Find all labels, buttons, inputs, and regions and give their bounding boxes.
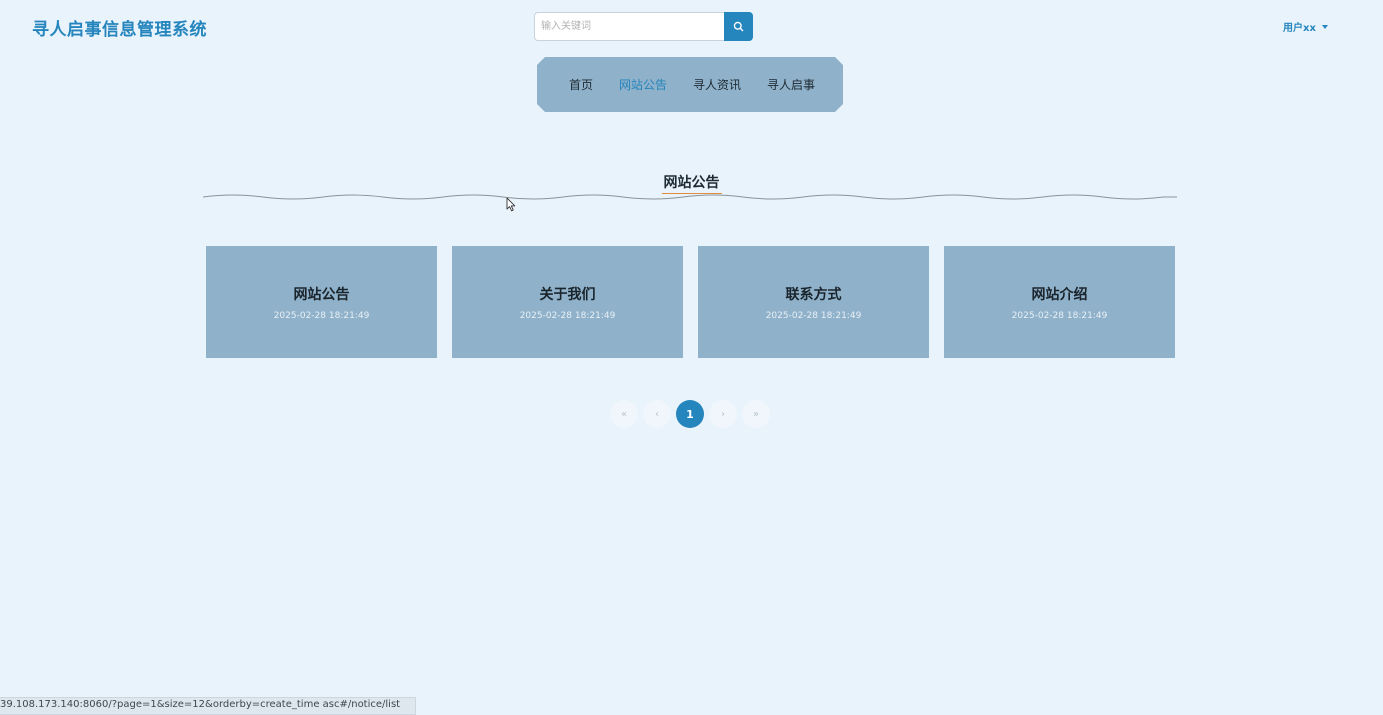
next-page-button[interactable]: ›: [709, 400, 737, 428]
nav-item-missing-persons[interactable]: 寻人启事: [767, 76, 815, 93]
site-title[interactable]: 寻人启事信息管理系统: [32, 15, 207, 40]
user-label: 用户xx: [1283, 23, 1316, 34]
notice-card-title: 联系方式: [785, 286, 842, 303]
notice-cards: 网站公告 2025-02-28 18:21:49 关于我们 2025-02-28…: [206, 246, 1175, 358]
search-button[interactable]: [724, 12, 753, 41]
notice-card-date: 2025-02-28 18:21:49: [1011, 310, 1108, 321]
notice-card-title: 网站介绍: [1031, 286, 1088, 303]
notice-card-date: 2025-02-28 18:21:49: [273, 310, 370, 321]
notice-card-title: 网站公告: [293, 286, 350, 303]
current-page-button[interactable]: 1: [676, 400, 704, 428]
caret-down-icon: [1321, 24, 1328, 29]
search-icon: [733, 21, 744, 32]
nav-item-home[interactable]: 首页: [569, 76, 593, 93]
notice-card-title: 关于我们: [539, 286, 596, 303]
status-bar-url: 39.108.173.140:8060/?page=1&size=12&orde…: [0, 697, 416, 715]
nav-item-notices[interactable]: 网站公告: [619, 76, 667, 93]
nav-item-news[interactable]: 寻人资讯: [693, 76, 741, 93]
prev-page-button[interactable]: ‹: [643, 400, 671, 428]
user-menu[interactable]: 用户xx: [1283, 19, 1328, 34]
notice-card[interactable]: 网站介绍 2025-02-28 18:21:49: [944, 246, 1175, 358]
notice-card-date: 2025-02-28 18:21:49: [765, 310, 862, 321]
search-box: [534, 12, 753, 41]
notice-card-date: 2025-02-28 18:21:49: [519, 310, 616, 321]
wavy-divider: [203, 194, 1177, 200]
notice-card[interactable]: 网站公告 2025-02-28 18:21:49: [206, 246, 437, 358]
notice-card[interactable]: 联系方式 2025-02-28 18:21:49: [698, 246, 929, 358]
first-page-button[interactable]: «: [610, 400, 638, 428]
page: 寻人启事信息管理系统 用户xx 首页 网站公告 寻人资讯 寻人启事 网站公告 网…: [0, 0, 1383, 715]
main-nav: 首页 网站公告 寻人资讯 寻人启事: [537, 57, 843, 112]
last-page-button[interactable]: »: [742, 400, 770, 428]
notice-card[interactable]: 关于我们 2025-02-28 18:21:49: [452, 246, 683, 358]
search-input[interactable]: [534, 12, 724, 41]
pagination: « ‹ 1 › »: [610, 400, 770, 428]
mouse-cursor-icon: [506, 197, 516, 212]
